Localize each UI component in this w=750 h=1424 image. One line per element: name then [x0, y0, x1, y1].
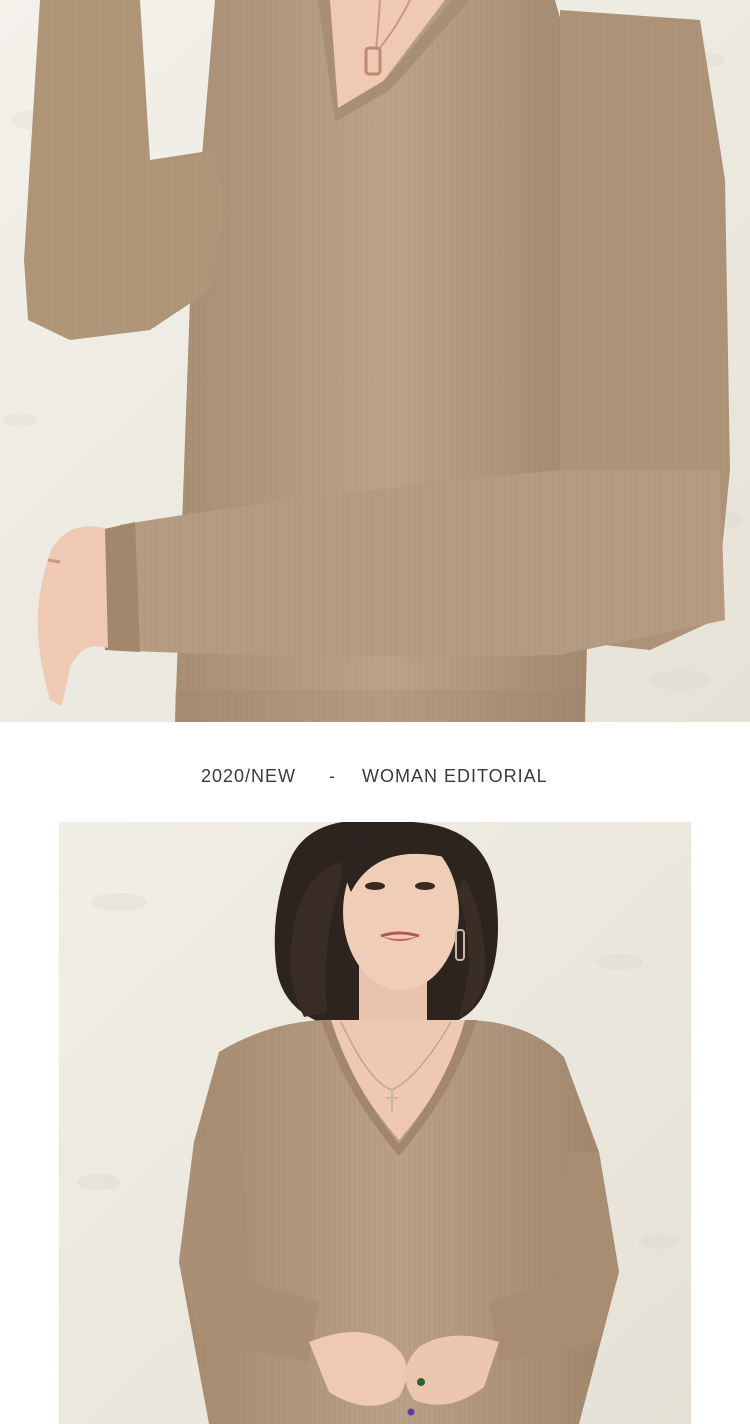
- caption-season: 2020/NEW: [201, 766, 297, 786]
- caption-separator: -: [329, 766, 336, 786]
- model-portrait-image: [59, 822, 691, 1424]
- sweater-closeup-image: [0, 0, 750, 722]
- caption-title: WOMAN EDITORIAL: [362, 766, 548, 786]
- product-photo-top: [0, 0, 750, 722]
- product-photo-bottom: [59, 822, 691, 1424]
- caption-band: 2020/NEW - WOMAN EDITORIAL: [0, 722, 750, 822]
